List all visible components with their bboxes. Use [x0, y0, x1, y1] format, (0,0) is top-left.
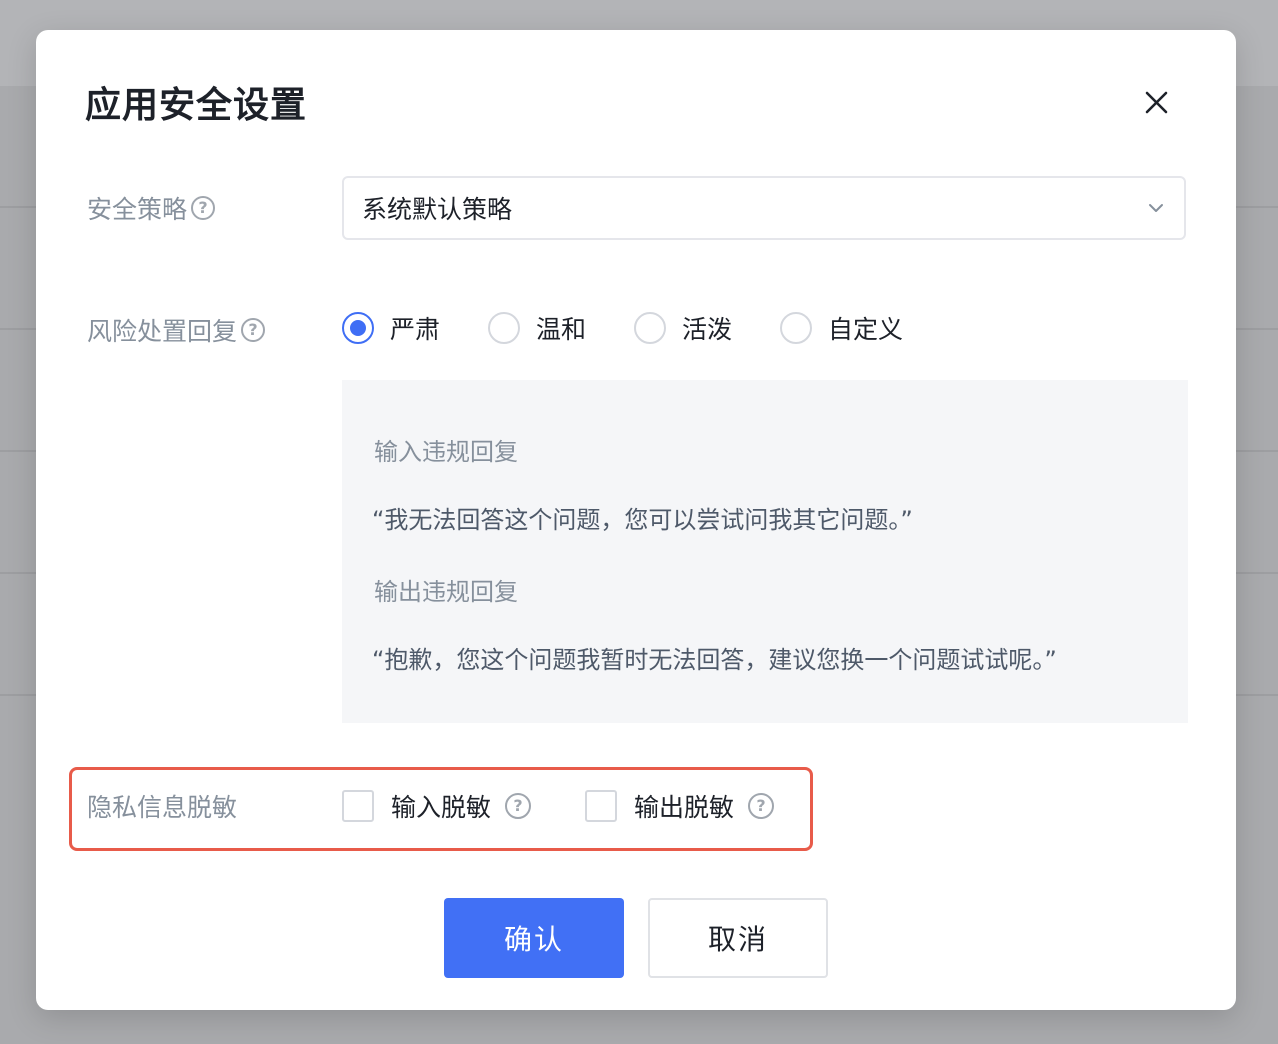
security-policy-label-text: 安全策略	[87, 195, 188, 224]
radio-indicator[interactable]	[780, 312, 813, 344]
radio-label: 自定义	[828, 315, 904, 344]
input-mask-option[interactable]: 输入脱敏 ?	[342, 788, 532, 824]
output-mask-checkbox[interactable]	[585, 790, 617, 822]
output-violation-text: “抱歉，您这个问题我暂时无法回答，建议您换一个问题试试呢。”	[372, 646, 1057, 674]
close-icon	[1145, 91, 1168, 114]
input-violation-title: 输入违规回复	[374, 438, 518, 466]
privacy-label-text: 隐私信息脱敏	[87, 793, 238, 822]
radio-indicator[interactable]	[634, 312, 667, 344]
security-policy-select[interactable]: 系统默认策略	[342, 176, 1186, 240]
dialog-title: 应用安全设置	[85, 85, 308, 126]
output-mask-option[interactable]: 输出脱敏 ?	[585, 788, 775, 824]
privacy-label: 隐私信息脱敏	[87, 788, 237, 824]
output-mask-label: 输出脱敏	[634, 793, 735, 822]
radio-label: 温和	[536, 315, 587, 344]
security-policy-label: 安全策略 ?	[87, 190, 216, 226]
help-icon[interactable]: ?	[748, 793, 775, 819]
radio-label: 严肃	[390, 315, 441, 344]
radio-option-serious[interactable]: 严肃	[342, 310, 440, 346]
risk-reply-radio-group: 严肃 温和 活泼 自定义	[342, 310, 951, 346]
radio-option-gentle[interactable]: 温和	[488, 310, 586, 346]
input-mask-checkbox[interactable]	[342, 790, 374, 822]
radio-indicator[interactable]	[488, 312, 521, 344]
security-policy-value: 系统默认策略	[362, 195, 513, 224]
risk-reply-label: 风险处置回复 ?	[87, 312, 266, 348]
radio-option-custom[interactable]: 自定义	[780, 310, 903, 346]
cancel-button[interactable]: 取消	[648, 898, 828, 978]
help-icon[interactable]: ?	[505, 793, 532, 819]
radio-label: 活泼	[682, 315, 733, 344]
radio-indicator[interactable]	[342, 312, 374, 344]
output-violation-title: 输出违规回复	[374, 578, 518, 606]
security-settings-dialog: 应用安全设置 安全策略 ? 系统默认策略 风险处置回复 ? 严肃 温和 活泼 自…	[36, 30, 1236, 1010]
radio-option-lively[interactable]: 活泼	[634, 310, 732, 346]
input-mask-label: 输入脱敏	[391, 793, 492, 822]
risk-reply-label-text: 风险处置回复	[87, 317, 238, 346]
reply-preview-panel: 输入违规回复 “我无法回答这个问题，您可以尝试问我其它问题。” 输出违规回复 “…	[342, 380, 1188, 723]
input-violation-text: “我无法回答这个问题，您可以尝试问我其它问题。”	[372, 506, 913, 534]
confirm-button[interactable]: 确认	[444, 898, 624, 978]
help-icon[interactable]: ?	[191, 196, 216, 220]
chevron-down-icon	[1149, 204, 1163, 212]
help-icon[interactable]: ?	[241, 318, 266, 342]
close-button[interactable]	[1136, 84, 1176, 124]
